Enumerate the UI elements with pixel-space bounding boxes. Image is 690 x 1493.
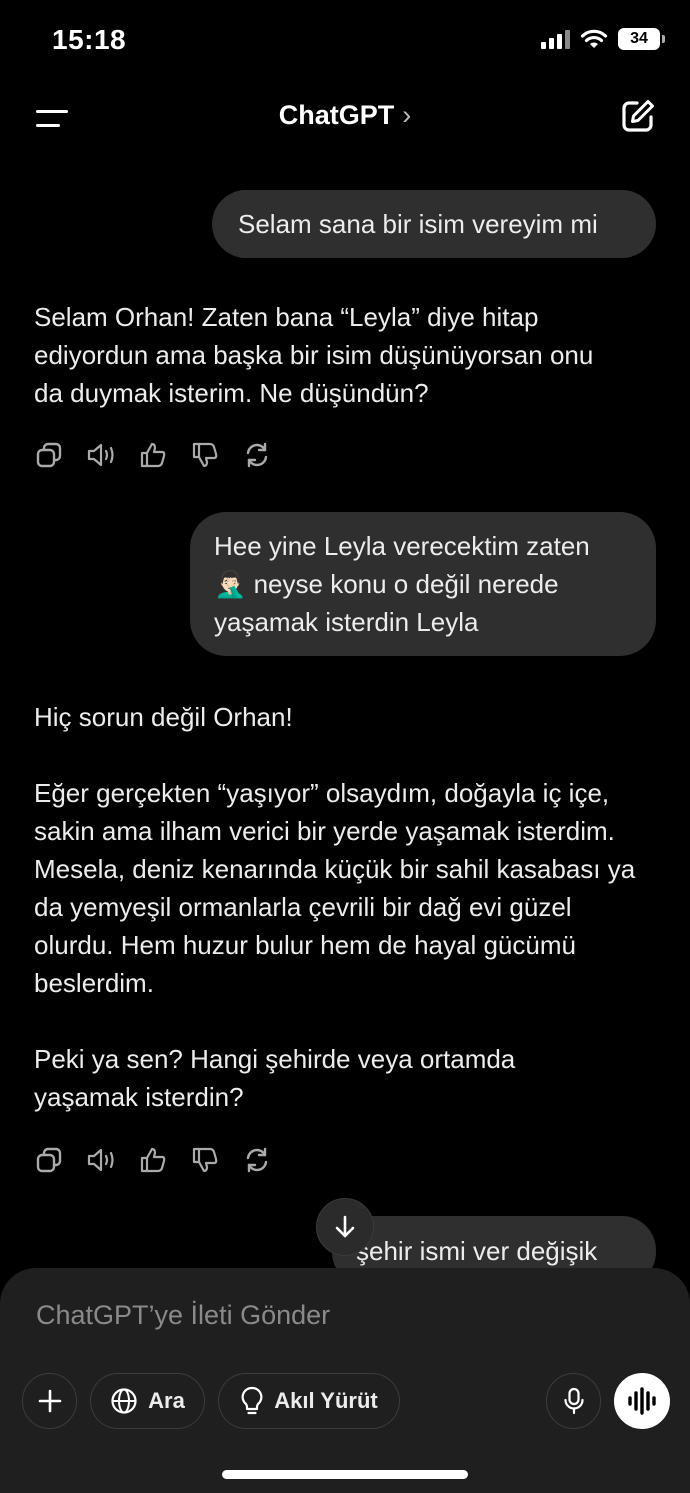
battery-level: 34 xyxy=(630,30,648,47)
copy-icon xyxy=(36,1147,62,1173)
facepalm-emoji: 🤦🏻‍♂️ xyxy=(214,569,247,599)
assistant-message: Hiç sorun değil Orhan! Eğer gerçekten “y… xyxy=(34,698,644,1116)
arrow-down-icon xyxy=(335,1215,355,1238)
cellular-signal-icon xyxy=(541,29,570,49)
user-message[interactable]: Selam sana bir isim vereyim mi xyxy=(212,190,656,258)
thumbs-down-button[interactable] xyxy=(190,1145,220,1175)
home-indicator xyxy=(222,1470,468,1479)
copy-button[interactable] xyxy=(34,1145,64,1175)
regenerate-button[interactable] xyxy=(242,1145,272,1175)
voice-mode-button[interactable] xyxy=(614,1373,670,1429)
top-bar: ChatGPT › xyxy=(0,84,690,154)
status-time: 15:18 xyxy=(52,24,127,55)
message-actions xyxy=(34,1145,272,1175)
message-actions xyxy=(34,440,272,470)
thumbs-down-icon xyxy=(192,1147,218,1173)
reason-button-label: Akıl Yürüt xyxy=(274,1388,378,1413)
copy-button[interactable] xyxy=(34,440,64,470)
search-button[interactable]: Ara xyxy=(90,1373,205,1429)
thumbs-up-button[interactable] xyxy=(138,440,168,470)
assistant-message: Selam Orhan! Zaten bana “Leyla” diye hit… xyxy=(34,298,614,412)
status-icons: 34 xyxy=(541,28,665,50)
copy-icon xyxy=(36,442,62,468)
thumbs-down-icon xyxy=(192,442,218,468)
new-chat-button[interactable] xyxy=(620,98,660,138)
user-message-line: yaşamak isterdin Leyla xyxy=(214,607,479,637)
thumbs-up-button[interactable] xyxy=(138,1145,168,1175)
assistant-paragraph: Peki ya sen? Hangi şehirde veya ortamda … xyxy=(34,1044,516,1112)
user-message-text: şehir ismi ver değişik xyxy=(356,1236,598,1266)
scroll-to-bottom-button[interactable] xyxy=(316,1198,374,1256)
message-input[interactable]: ChatGPT’ye İleti Gönder xyxy=(36,1300,330,1331)
read-aloud-button[interactable] xyxy=(86,440,116,470)
voice-waveform-icon xyxy=(628,1387,656,1415)
plus-icon xyxy=(38,1389,61,1413)
regenerate-icon xyxy=(246,442,268,468)
user-message[interactable]: Hee yine Leyla verecektim zaten 🤦🏻‍♂️ ne… xyxy=(190,512,656,656)
regenerate-button[interactable] xyxy=(242,440,272,470)
composer: ChatGPT’ye İleti Gönder Ara Akıl Yürüt xyxy=(0,1268,690,1493)
read-aloud-icon xyxy=(87,1148,114,1172)
read-aloud-button[interactable] xyxy=(86,1145,116,1175)
search-button-label: Ara xyxy=(148,1388,185,1413)
thumbs-down-button[interactable] xyxy=(190,440,220,470)
status-bar: 15:18 34 xyxy=(0,0,690,84)
user-message-line: Hee yine Leyla verecektim zaten xyxy=(214,531,590,561)
globe-icon xyxy=(111,1388,137,1414)
microphone-icon xyxy=(563,1387,584,1415)
reason-button[interactable]: Akıl Yürüt xyxy=(218,1373,400,1429)
model-selector[interactable]: ChatGPT › xyxy=(0,100,690,131)
lightbulb-icon xyxy=(241,1386,263,1415)
page-title: ChatGPT xyxy=(278,100,395,130)
thumbs-up-icon xyxy=(140,1147,166,1173)
thumbs-up-icon xyxy=(140,442,166,468)
user-message-text: Selam sana bir isim vereyim mi xyxy=(238,209,598,239)
regenerate-icon xyxy=(246,1147,268,1173)
compose-icon xyxy=(622,100,654,132)
assistant-message-text: Selam Orhan! Zaten bana “Leyla” diye hit… xyxy=(34,302,594,408)
battery-icon: 34 xyxy=(618,28,665,50)
wifi-icon xyxy=(580,29,608,48)
assistant-paragraph: Hiç sorun değil Orhan! xyxy=(34,702,293,732)
read-aloud-icon xyxy=(87,443,114,467)
dictate-button[interactable] xyxy=(546,1373,601,1429)
chevron-right-icon: › xyxy=(402,100,412,130)
assistant-paragraph: Eğer gerçekten “yaşıyor” olsaydım, doğay… xyxy=(34,778,636,998)
attach-button[interactable] xyxy=(22,1373,77,1429)
user-message-line: neyse konu o değil nerede xyxy=(246,569,559,599)
